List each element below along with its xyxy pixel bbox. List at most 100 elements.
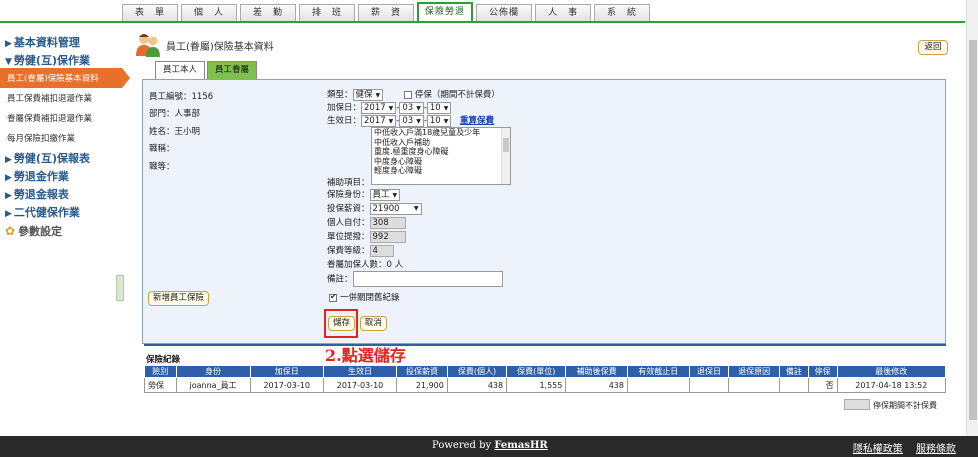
subsidy-option[interactable]: 重度.極重度身心障礙 xyxy=(372,147,510,157)
footer-links: 隱私權政策 服務條款 xyxy=(843,440,956,455)
listbox-scrollbar[interactable] xyxy=(501,128,510,184)
table-row[interactable]: 勞保 joanna_員工 2017-03-10 2017-03-10 21,900 438… xyxy=(144,377,947,393)
subsidy-listbox[interactable]: 中低收入戶滿18歲兒童及少年 中低收入戶補助 重度.極重度身心障礙 中度身心障礙… xyxy=(371,127,511,185)
terms-of-service-link[interactable]: 服務條款 xyxy=(916,444,956,455)
page-title: 員工(眷屬)保險基本資料 xyxy=(166,42,274,53)
insured-month-select[interactable]: 03 ▼ xyxy=(399,101,424,114)
chevron-down-icon: ▼ xyxy=(416,104,421,112)
footer: Powered by FemasHR 隱私權政策 服務條款 xyxy=(0,436,978,457)
triangle-right-icon: ▶ xyxy=(5,191,12,201)
identity-row: 保險身份： 員工 ▼ xyxy=(327,188,401,201)
top-navigation: 表 單個 人差 勤排 班薪 資保險勞退 公佈欄人 事系 統 xyxy=(0,0,978,23)
instruction-annotation: 2.點選儲存 xyxy=(325,346,406,365)
note-textarea[interactable] xyxy=(352,271,503,287)
salary-select[interactable]: 21900 ▼ xyxy=(369,202,422,215)
sidebar-section-insurance-report[interactable]: ▶ 勞健(互)保報表 xyxy=(0,148,122,166)
records-column-header: 身份 xyxy=(175,365,251,378)
effective-date-row: 生效日： 2017 ▼ -03 ▼ -10 ▼ 重算保費 xyxy=(327,114,495,127)
salary-row: 投保薪資： 21900 ▼ xyxy=(327,202,422,215)
sidebar-item-monthly-deduction[interactable]: 每月保險扣繳作業 xyxy=(0,128,122,148)
page-scrollbar-thumb[interactable] xyxy=(969,40,977,420)
top-tab[interactable]: 個 人 xyxy=(181,4,237,21)
page-scrollbar[interactable] xyxy=(966,0,978,436)
save-highlight-box xyxy=(324,309,358,338)
chevron-down-icon: ▼ xyxy=(375,91,381,99)
sidebar-item-parameters[interactable]: ✿ 參數設定 xyxy=(0,220,122,239)
users-icon xyxy=(136,34,160,57)
insured-year-select[interactable]: 2017 ▼ xyxy=(361,101,397,114)
sidebar-section-basic-data[interactable]: ▶ 基本資料管理 xyxy=(0,32,122,50)
triangle-right-icon: ▶ xyxy=(5,155,12,165)
insured-day-select[interactable]: 10 ▼ xyxy=(426,101,452,114)
table-cell: 21,900 xyxy=(396,377,448,393)
sidebar-collapse-handle[interactable] xyxy=(116,275,124,301)
top-tab[interactable]: 薪 資 xyxy=(358,4,414,21)
table-cell: 1,555 xyxy=(506,377,567,393)
sidebar-item-employee-insurance[interactable]: 員工(眷屬)保險基本資料 xyxy=(0,68,130,88)
close-old-record-checkbox[interactable] xyxy=(329,292,337,302)
close-old-record-row: 一併關閉舊紀錄 xyxy=(329,291,400,303)
records-header-row: 險別 身份 加保日 生效日 投保薪資 保費(個人) 保費(單位) 補助後保費 有效截止日 退保日退… xyxy=(144,365,947,378)
tab-employee-self[interactable]: 員工本人 xyxy=(155,61,206,79)
records-column-header: 保費(單位) xyxy=(506,365,567,378)
top-tab[interactable]: 保險勞退 xyxy=(417,2,473,21)
femashr-link[interactable]: FemasHR xyxy=(494,440,547,451)
effective-year-select[interactable]: 2017 ▼ xyxy=(361,114,397,127)
top-tab[interactable]: 公佈欄 xyxy=(476,4,532,21)
top-tab[interactable]: 排 班 xyxy=(299,4,355,21)
records-column-header: 補助後保費 xyxy=(565,365,628,378)
effective-day-select[interactable]: 10 ▼ xyxy=(426,114,452,127)
suspended-legend-text: 停保期間不計保費 xyxy=(873,401,937,410)
suspend-checkbox[interactable] xyxy=(403,90,412,99)
unit-pay-row: 單位提撥： 992 xyxy=(327,230,406,243)
subsidy-label: 補助項目： xyxy=(327,178,370,188)
top-tab[interactable]: 系 統 xyxy=(594,4,650,21)
records-column-header: 停保 xyxy=(807,365,838,378)
table-cell: 2017-04-18 13:52 xyxy=(836,377,947,393)
sidebar-section-pension-report[interactable]: ▶ 勞退金報表 xyxy=(0,184,122,202)
back-button[interactable]: 返回 xyxy=(918,40,948,55)
subsidy-option[interactable]: 輕度身心障礙 xyxy=(372,166,510,176)
new-employee-insurance-button[interactable]: 新增員工保險 xyxy=(148,291,210,306)
listbox-scrollbar-thumb[interactable] xyxy=(503,138,509,152)
triangle-right-icon: ▶ xyxy=(5,173,12,183)
subsidy-option[interactable]: 中低收入戶補助 xyxy=(372,138,510,148)
subsidy-option[interactable]: 中低收入戶滿18歲兒童及少年 xyxy=(372,128,510,138)
top-tab-bar: 表 單個 人差 勤排 班薪 資保險勞退 公佈欄人 事系 統 xyxy=(122,2,653,21)
records-column-header: 保費(個人) xyxy=(446,365,508,378)
privacy-policy-link[interactable]: 隱私權政策 xyxy=(853,444,903,455)
table-cell: 438 xyxy=(446,377,508,393)
records-column-header: 有效截止日 xyxy=(626,365,690,378)
dependents-count: 眷屬加保人數：0 人 xyxy=(327,260,404,270)
top-tab[interactable]: 人 事 xyxy=(535,4,591,21)
recalculate-premium-link[interactable]: 重算保費 xyxy=(460,116,494,126)
sidebar-item-dependent-premium-adjust[interactable]: 眷屬保費補扣退還作業 xyxy=(0,108,122,128)
sidebar-section-insurance[interactable]: ▼ 勞健(互)保作業 xyxy=(0,50,122,68)
chevron-down-icon: ▼ xyxy=(392,191,398,199)
employee-department: 部門：人事部 xyxy=(149,109,201,119)
chevron-down-icon: ▼ xyxy=(443,117,449,125)
triangle-right-icon: ▶ xyxy=(5,209,12,219)
effective-month-select[interactable]: 03 ▼ xyxy=(399,114,424,127)
insurance-form-panel: 員工編號：1156 部門：人事部 姓名：王小明 職稱： 職等： 類型： 健保 ▼ 停… xyxy=(142,79,946,344)
top-tab[interactable]: 表 單 xyxy=(122,4,178,21)
records-column-header: 最後修改 xyxy=(836,365,947,378)
employee-id: 員工編號：1156 xyxy=(149,92,214,102)
sidebar-section-pension[interactable]: ▶ 勞退金作業 xyxy=(0,166,122,184)
sidebar-section-nhi2[interactable]: ▶ 二代健保作業 xyxy=(0,202,122,220)
cancel-button[interactable]: 取消 xyxy=(359,316,387,331)
employee-name: 姓名：王小明 xyxy=(149,127,201,137)
identity-select[interactable]: 員工 ▼ xyxy=(369,188,401,201)
table-cell: joanna_員工 xyxy=(175,377,251,393)
subsidy-option[interactable]: 中度身心障礙 xyxy=(372,157,510,167)
table-cell xyxy=(626,377,690,393)
type-select[interactable]: 健保 ▼ xyxy=(352,88,384,101)
triangle-down-icon: ▼ xyxy=(5,57,12,67)
chevron-down-icon: ▼ xyxy=(388,117,394,125)
sidebar-item-employee-premium-adjust[interactable]: 員工保費補扣退還作業 xyxy=(0,88,122,108)
note-row: 備註： xyxy=(327,271,503,287)
top-tab[interactable]: 差 勤 xyxy=(240,4,296,21)
records-column-header: 加保日 xyxy=(249,365,324,378)
tab-employee-dependents[interactable]: 員工眷屬 xyxy=(207,61,258,79)
chevron-down-icon: ▼ xyxy=(443,104,449,112)
